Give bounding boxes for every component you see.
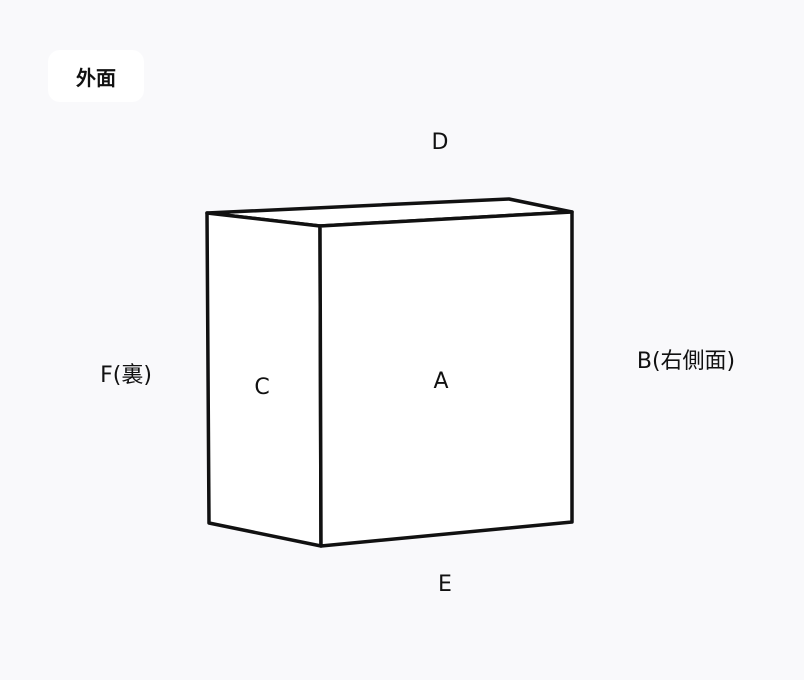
front-face-label: A <box>433 369 449 394</box>
back-face-label: F(裏) <box>100 363 152 388</box>
top-face-label: D <box>431 130 449 155</box>
bottom-face-label: E <box>438 572 452 597</box>
box-net-diagram <box>205 197 574 548</box>
right-side-label: B(右側面) <box>636 349 736 374</box>
side-face-label: C <box>254 375 270 400</box>
